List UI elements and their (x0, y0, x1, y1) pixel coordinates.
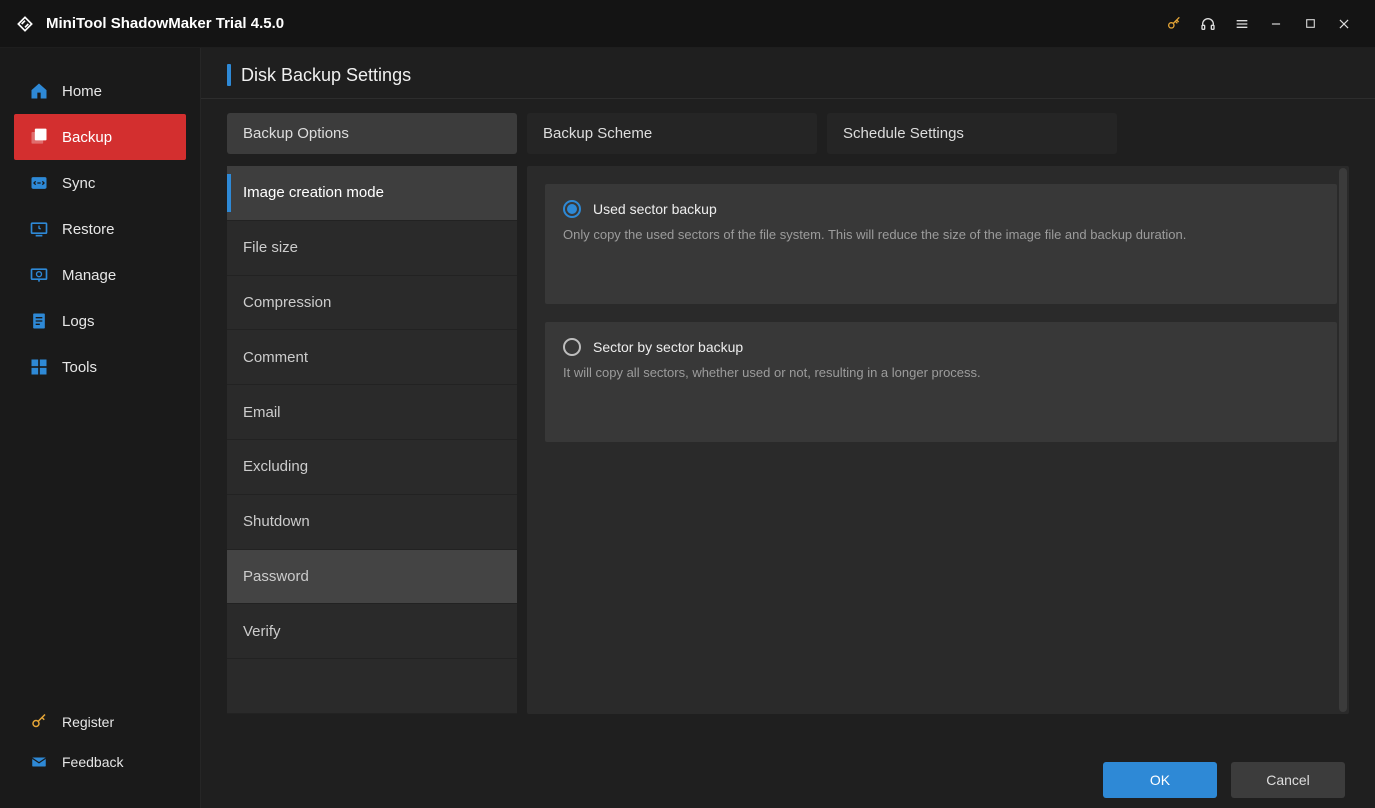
manage-icon (28, 264, 50, 286)
sidebar-item-label: Tools (62, 359, 97, 376)
content-area: Disk Backup Settings Backup Options Back… (200, 48, 1375, 808)
minimize-icon[interactable] (1259, 7, 1293, 41)
sidebar-item-label: Logs (62, 313, 95, 330)
option-compression[interactable]: Compression (227, 276, 517, 331)
sync-icon (28, 172, 50, 194)
sidebar-register[interactable]: Register (14, 702, 186, 742)
option-file-size[interactable]: File size (227, 221, 517, 276)
option-details: Used sector backup Only copy the used se… (527, 166, 1349, 714)
sidebar-feedback[interactable]: Feedback (14, 742, 186, 782)
option-email[interactable]: Email (227, 385, 517, 440)
sidebar-item-sync[interactable]: Sync (14, 160, 186, 206)
key-icon (28, 711, 50, 733)
radio-sector-by-sector[interactable] (563, 338, 581, 356)
option-empty (227, 659, 517, 714)
logs-icon (28, 310, 50, 332)
mail-icon (28, 751, 50, 773)
sidebar-item-tools[interactable]: Tools (14, 344, 186, 390)
tab-backup-options[interactable]: Backup Options (227, 113, 517, 154)
app-title: MiniTool ShadowMaker Trial 4.5.0 (46, 15, 284, 32)
register-label: Register (62, 714, 114, 730)
register-key-icon[interactable] (1157, 7, 1191, 41)
radio-card-sector-by-sector: Sector by sector backup It will copy all… (545, 322, 1337, 442)
scrollbar[interactable] (1339, 168, 1347, 712)
radio-sector-by-sector-desc: It will copy all sectors, whether used o… (563, 364, 1319, 382)
option-excluding[interactable]: Excluding (227, 440, 517, 495)
sidebar-item-label: Sync (62, 175, 95, 192)
tools-icon (28, 356, 50, 378)
options-list: Image creation mode File size Compressio… (227, 166, 517, 714)
sidebar-item-manage[interactable]: Manage (14, 252, 186, 298)
home-icon (28, 80, 50, 102)
radio-sector-by-sector-title: Sector by sector backup (593, 339, 743, 355)
sidebar-item-restore[interactable]: Restore (14, 206, 186, 252)
sidebar-item-home[interactable]: Home (14, 68, 186, 114)
sidebar-item-label: Manage (62, 267, 116, 284)
menu-icon[interactable] (1225, 7, 1259, 41)
page-title: Disk Backup Settings (241, 65, 411, 86)
option-password[interactable]: Password (227, 550, 517, 605)
restore-icon (28, 218, 50, 240)
option-shutdown[interactable]: Shutdown (227, 495, 517, 550)
sidebar-item-label: Backup (62, 129, 112, 146)
sidebar-item-label: Restore (62, 221, 115, 238)
feedback-label: Feedback (62, 754, 123, 770)
tab-schedule-settings[interactable]: Schedule Settings (827, 113, 1117, 154)
option-comment[interactable]: Comment (227, 330, 517, 385)
titlebar: MiniTool ShadowMaker Trial 4.5.0 (0, 0, 1375, 48)
sidebar-item-backup[interactable]: Backup (14, 114, 186, 160)
radio-used-sector[interactable] (563, 200, 581, 218)
cancel-button[interactable]: Cancel (1231, 762, 1345, 798)
maximize-icon[interactable] (1293, 7, 1327, 41)
sidebar: Home Backup Sync Restore (0, 48, 200, 808)
tab-backup-scheme[interactable]: Backup Scheme (527, 113, 817, 154)
option-verify[interactable]: Verify (227, 604, 517, 659)
sidebar-item-label: Home (62, 83, 102, 100)
radio-card-used-sector: Used sector backup Only copy the used se… (545, 184, 1337, 304)
close-icon[interactable] (1327, 7, 1361, 41)
headset-icon[interactable] (1191, 7, 1225, 41)
ok-button[interactable]: OK (1103, 762, 1217, 798)
footer-buttons: OK Cancel (201, 752, 1375, 808)
option-image-creation-mode[interactable]: Image creation mode (227, 166, 517, 221)
app-logo-icon (14, 13, 36, 35)
backup-icon (28, 126, 50, 148)
radio-used-sector-title: Used sector backup (593, 201, 717, 217)
header-accent-bar (227, 64, 231, 86)
tabs-row: Backup Options Backup Scheme Schedule Se… (201, 109, 1375, 162)
page-header: Disk Backup Settings (201, 48, 1375, 99)
sidebar-item-logs[interactable]: Logs (14, 298, 186, 344)
radio-used-sector-desc: Only copy the used sectors of the file s… (563, 226, 1319, 244)
